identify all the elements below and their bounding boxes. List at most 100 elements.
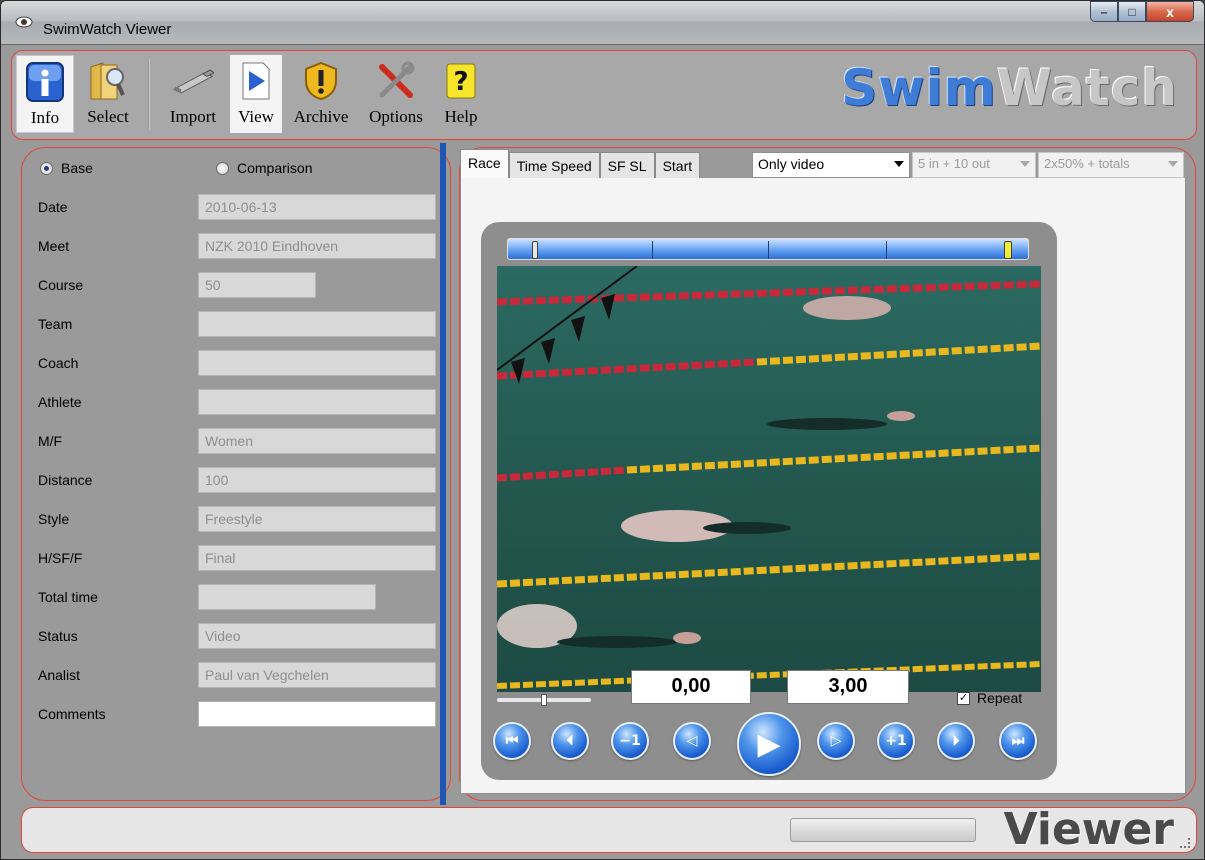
- toolbar-select-label: Select: [87, 107, 129, 126]
- mode-select[interactable]: Only video: [752, 152, 910, 178]
- svg-text:?: ?: [453, 67, 468, 97]
- coach-input[interactable]: [198, 350, 436, 376]
- toolbar-info-button[interactable]: Info: [16, 55, 74, 133]
- maximize-icon: □: [1128, 4, 1136, 19]
- skip-to-start-button[interactable]: ⏮: [493, 722, 531, 760]
- timeline-start-handle[interactable]: [532, 241, 538, 259]
- status-input[interactable]: Video: [198, 623, 436, 649]
- view-tabs: Race Time Speed SF SL Start: [460, 149, 701, 178]
- field-meet: Meet NZK 2010 Eindhoven: [38, 233, 438, 259]
- field-athlete: Athlete: [38, 389, 438, 415]
- field-distance: Distance 100: [38, 467, 438, 493]
- radio-base-dot[interactable]: [40, 161, 53, 175]
- frame-forward-icon: ▷: [830, 733, 842, 749]
- field-label: Comments: [38, 706, 106, 722]
- toolbar-archive-label: Archive: [293, 107, 349, 126]
- round-input[interactable]: Final: [198, 545, 436, 571]
- toolbar-options-button[interactable]: Options: [362, 55, 430, 133]
- field-total-time: Total time: [38, 584, 438, 610]
- team-input[interactable]: [198, 311, 436, 337]
- field-round: H/SF/F Final: [38, 545, 438, 571]
- view-panel: Race Time Speed SF SL Start Only video 5…: [459, 147, 1196, 801]
- tab-start[interactable]: Start: [654, 152, 701, 178]
- interval-select[interactable]: 5 in + 10 out: [912, 152, 1036, 178]
- minimize-button[interactable]: –: [1090, 1, 1118, 22]
- layout-select[interactable]: 2x50% + totals: [1038, 152, 1184, 178]
- minus-one-button[interactable]: −1: [611, 722, 649, 760]
- repeat-label: Repeat: [977, 690, 1023, 706]
- toolbar-select-button[interactable]: Select: [78, 55, 138, 133]
- analist-input[interactable]: Paul van Vegchelen: [198, 662, 436, 688]
- plus-one-button[interactable]: +1: [877, 722, 915, 760]
- field-label: Team: [38, 316, 73, 332]
- toolbar-view-label: View: [238, 107, 274, 126]
- field-style: Style Freestyle: [38, 506, 438, 532]
- field-analist: Analist Paul van Vegchelen: [38, 662, 438, 688]
- frame-back-button[interactable]: ◁: [673, 722, 711, 760]
- field-label: Coach: [38, 355, 79, 371]
- distance-input[interactable]: 100: [198, 467, 436, 493]
- tab-time-speed[interactable]: Time Speed: [508, 152, 600, 178]
- field-label: Meet: [38, 238, 70, 254]
- toolbar-import-label: Import: [169, 107, 217, 126]
- main-toolbar: Info Select Import View Archive Options …: [11, 50, 1197, 140]
- tab-race[interactable]: Race: [460, 149, 509, 178]
- toolbar-help-button[interactable]: ? Help: [436, 55, 486, 133]
- athlete-input[interactable]: [198, 389, 436, 415]
- interval-select-value: 5 in + 10 out: [918, 156, 990, 171]
- field-label: Total time: [38, 589, 98, 605]
- title-bar[interactable]: SwimWatch Viewer – □ x: [1, 1, 1204, 45]
- plus-one-icon: +1: [885, 733, 907, 749]
- skip-to-end-button[interactable]: ⏭: [999, 722, 1037, 760]
- date-input[interactable]: 2010-06-13: [198, 194, 436, 220]
- radio-comparison[interactable]: Comparison: [216, 160, 312, 176]
- field-date: Date 2010-06-13: [38, 194, 438, 220]
- panel-splitter[interactable]: [440, 143, 446, 805]
- frame-forward-button[interactable]: ▷: [817, 722, 855, 760]
- folder-search-icon: [87, 59, 129, 103]
- mode-select-value: Only video: [758, 156, 825, 172]
- radio-base[interactable]: Base: [40, 160, 93, 176]
- toolbar-import-button[interactable]: Import: [162, 55, 224, 133]
- step-forward-button[interactable]: ⏵: [937, 722, 975, 760]
- step-back-button[interactable]: ⏴: [551, 722, 589, 760]
- field-coach: Coach: [38, 350, 438, 376]
- field-label: Distance: [38, 472, 93, 488]
- field-label: M/F: [38, 433, 63, 449]
- start-time-display: 0,00: [631, 670, 751, 704]
- speed-slider-knob[interactable]: [541, 694, 547, 706]
- close-button[interactable]: x: [1146, 1, 1194, 22]
- minimize-icon: –: [1100, 4, 1108, 19]
- repeat-checkbox[interactable]: ✓: [957, 691, 970, 705]
- video-timeline[interactable]: [507, 238, 1029, 260]
- maximize-button[interactable]: □: [1118, 1, 1146, 22]
- toolbar-archive-button[interactable]: Archive: [288, 55, 354, 133]
- toolbar-options-label: Options: [369, 107, 423, 126]
- play-button[interactable]: ▶: [737, 712, 801, 776]
- radio-comparison-dot[interactable]: [216, 161, 229, 175]
- repeat-toggle[interactable]: ✓ Repeat: [957, 690, 1022, 706]
- step-back-icon: ⏴: [566, 733, 574, 749]
- play-icon: ▶: [757, 726, 781, 762]
- chevron-down-icon: [894, 161, 904, 167]
- meet-input[interactable]: NZK 2010 Eindhoven: [198, 233, 436, 259]
- course-input[interactable]: 50: [198, 272, 316, 298]
- video-frame[interactable]: [497, 266, 1041, 692]
- total-time-input[interactable]: [198, 584, 376, 610]
- speed-slider[interactable]: [497, 694, 591, 706]
- style-input[interactable]: Freestyle: [198, 506, 436, 532]
- timeline-end-handle[interactable]: [1004, 241, 1012, 259]
- toolbar-info-label: Info: [30, 108, 60, 127]
- skip-to-end-icon: ⏭: [1011, 733, 1025, 749]
- resize-grip-icon[interactable]: [1180, 838, 1190, 848]
- gender-input[interactable]: Women: [198, 428, 436, 454]
- viewer-logo: Viewer: [1003, 804, 1174, 855]
- swimming-pool-image: [497, 266, 1041, 692]
- logo-watch: Watch: [996, 59, 1178, 117]
- window-title: SwimWatch Viewer: [43, 21, 172, 38]
- chevron-down-icon: [1020, 161, 1030, 167]
- minus-one-icon: −1: [619, 733, 641, 749]
- tab-sf-sl[interactable]: SF SL: [599, 152, 655, 178]
- comments-input[interactable]: [198, 701, 436, 727]
- toolbar-view-button[interactable]: View: [230, 55, 282, 133]
